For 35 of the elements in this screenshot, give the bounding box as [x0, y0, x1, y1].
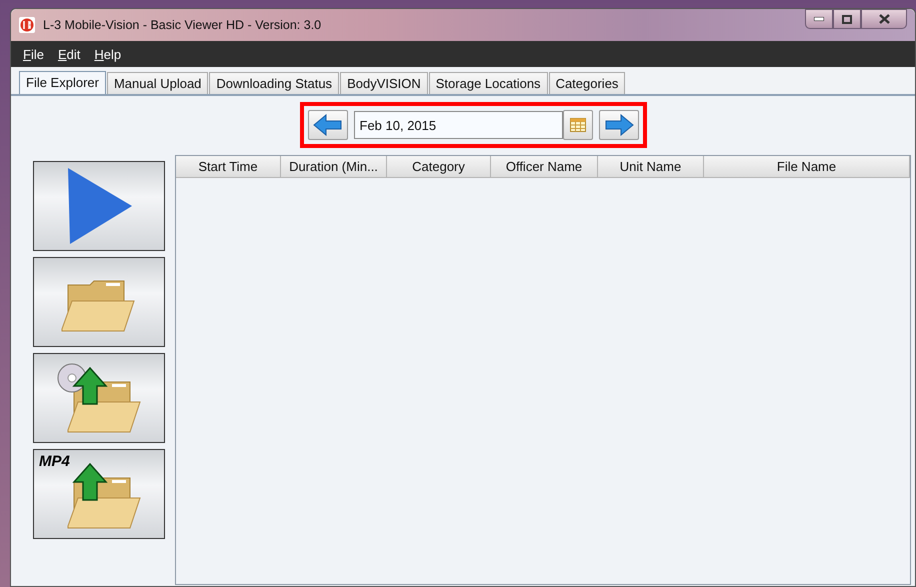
date-field[interactable]: Feb 10, 2015: [354, 111, 562, 139]
left-arrow-icon: [312, 114, 342, 136]
play-button[interactable]: [33, 161, 165, 251]
minimize-icon: [814, 17, 824, 21]
column-header[interactable]: Officer Name: [491, 156, 598, 178]
maximize-icon: [842, 14, 852, 24]
close-icon: [878, 14, 890, 24]
tab[interactable]: Categories: [548, 72, 626, 94]
menu-item[interactable]: File: [21, 46, 46, 62]
calendar-icon: [570, 118, 586, 132]
column-header[interactable]: Start Time: [176, 156, 281, 178]
column-header[interactable]: Unit Name: [598, 156, 704, 178]
next-date-button[interactable]: [598, 110, 638, 140]
mp4-upload-button[interactable]: MP4: [33, 449, 165, 539]
menu-item[interactable]: Edit: [56, 46, 82, 62]
tab[interactable]: Storage Locations: [428, 72, 548, 94]
window-title: L-3 Mobile-Vision - Basic Viewer HD - Version: 3.0: [43, 18, 322, 32]
column-header[interactable]: Duration (Min...: [281, 156, 387, 178]
app-logo-icon: [19, 17, 35, 33]
close-button[interactable]: [861, 9, 907, 29]
disc-upload-button[interactable]: [33, 353, 165, 443]
previous-date-button[interactable]: [308, 110, 348, 140]
tab[interactable]: BodyVISION: [340, 72, 428, 94]
right-arrow-icon: [604, 114, 634, 136]
calendar-button[interactable]: [562, 110, 592, 140]
tab[interactable]: Downloading Status: [209, 72, 340, 94]
column-header[interactable]: File Name: [704, 156, 910, 178]
folder-button[interactable]: [33, 257, 165, 347]
minimize-button[interactable]: [805, 9, 833, 29]
maximize-button[interactable]: [833, 9, 861, 29]
format-label: MP4: [39, 453, 70, 470]
menu-item[interactable]: Help: [92, 46, 124, 62]
column-header[interactable]: Category: [387, 156, 491, 178]
tab[interactable]: File Explorer: [19, 71, 106, 94]
tab[interactable]: Manual Upload: [106, 72, 208, 94]
